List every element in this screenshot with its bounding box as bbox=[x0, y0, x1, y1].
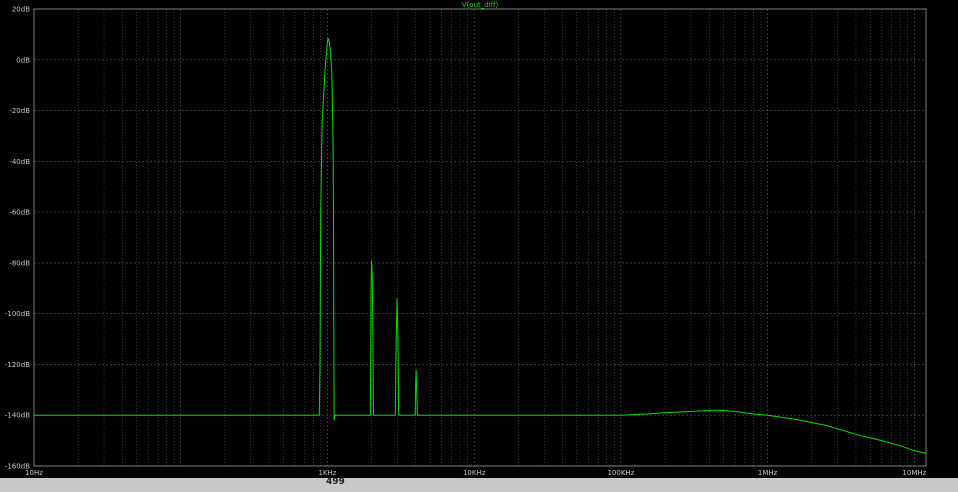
x-tick-label: 10KHz bbox=[463, 469, 486, 477]
x-tick-label: 100KHz bbox=[607, 469, 634, 477]
plot-border bbox=[33, 8, 927, 467]
x-tick-label: 1MHz bbox=[758, 469, 778, 477]
x-tick-label: 10Hz bbox=[25, 469, 43, 477]
chart-title[interactable]: V(out_diff) bbox=[462, 1, 499, 9]
plot-frame bbox=[33, 8, 927, 467]
y-tick-label: -100dB bbox=[5, 310, 30, 318]
plot-window[interactable]: 20dB 0dB -20dB -40dB -60dB -80dB -100dB -120dB -… bbox=[0, 0, 958, 478]
x-tick-label: 1KHz bbox=[318, 469, 336, 477]
trace-layer bbox=[34, 38, 927, 454]
spectrum-chart[interactable]: 20dB 0dB -20dB -40dB -60dB -80dB -100dB -120dB -… bbox=[0, 0, 958, 478]
y-tick-label: -40dB bbox=[9, 158, 30, 166]
x-tick-label: 10MHz bbox=[902, 469, 926, 477]
y-tick-label: 20dB bbox=[12, 6, 30, 14]
y-tick-label: 0dB bbox=[16, 56, 30, 64]
status-bar: 499 bbox=[0, 477, 958, 492]
y-tick-label: -20dB bbox=[9, 107, 30, 115]
tick-labels: 20dB 0dB -20dB -40dB -60dB -80dB -100dB -120dB -… bbox=[5, 6, 927, 478]
y-tick-label: -120dB bbox=[5, 361, 30, 369]
status-text: 499 bbox=[326, 477, 345, 487]
y-tick-label: -140dB bbox=[5, 412, 30, 420]
y-tick-label: -80dB bbox=[9, 259, 30, 267]
y-tick-label: -60dB bbox=[9, 209, 30, 217]
grid-lines bbox=[33, 8, 926, 467]
series-line bbox=[34, 38, 927, 454]
